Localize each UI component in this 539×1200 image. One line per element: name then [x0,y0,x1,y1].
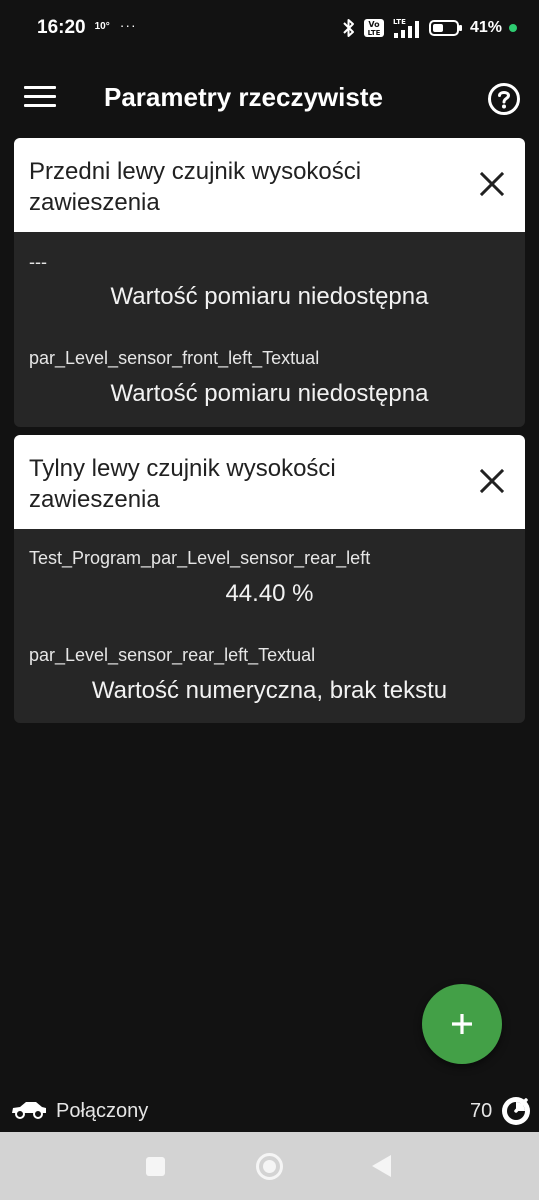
parameter-card-rear-left: Tylny lewy czujnik wysokości zawieszenia… [14,435,525,723]
status-time: 16:20 [37,17,86,38]
battery-percentage: 41% [469,19,502,36]
status-temperature: 10° [94,20,110,32]
card-title: Przedni lewy czujnik wysokości zawieszen… [29,158,362,216]
status-bar: 16:20 10° ··· Vo LTE LTE 41% [0,0,539,56]
param-value: Wartość pomiaru niedostępna [110,283,429,310]
connection-status-label: Połączony [56,1100,149,1122]
battery-icon [428,20,462,36]
close-icon[interactable] [479,171,505,197]
privacy-indicator-dot [509,24,517,32]
svg-text:Vo: Vo [368,20,380,29]
svg-text:LTE: LTE [393,18,406,26]
hamburger-menu-icon[interactable] [24,86,56,110]
back-button[interactable] [372,1155,391,1177]
home-button[interactable] [256,1153,283,1180]
svg-text:LTE: LTE [368,29,381,37]
add-parameter-button[interactable] [422,984,502,1064]
plus-icon [452,1014,472,1034]
connection-status-bar: Połączony 70 [0,1090,539,1132]
help-circle-icon[interactable] [487,82,521,116]
param-value: Wartość numeryczna, brak tekstu [91,677,448,704]
page-title: Parametry rzeczywiste [104,82,383,112]
close-icon[interactable] [479,468,505,494]
system-navigation-bar [0,1132,539,1200]
lte-signal-icon: LTE [393,18,419,38]
param-value: 44.40 % [225,580,314,607]
recent-apps-button[interactable] [146,1157,165,1176]
parameter-card-front-left: Przedni lewy czujnik wysokości zawieszen… [14,138,525,427]
car-icon [12,1102,46,1119]
card-header: Przedni lewy czujnik wysokości zawieszen… [14,138,525,232]
app-bar: Parametry rzeczywiste [0,70,539,128]
volte-icon: Vo LTE [363,19,384,37]
card-header: Tylny lewy czujnik wysokości zawieszenia [14,435,525,529]
counter-value: 70 [470,1100,493,1122]
status-more-dots: ··· [119,17,137,33]
param-name: --- [29,252,47,272]
status-icons: Vo LTE LTE 41% [342,17,517,39]
param-name: par_Level_sensor_front_left_Textual [29,348,320,368]
param-name: Test_Program_par_Level_sensor_rear_left [29,548,371,568]
param-name: par_Level_sensor_rear_left_Textual [29,645,316,665]
gauge-icon [502,1097,530,1125]
param-value: Wartość pomiaru niedostępna [110,380,429,407]
card-title: Tylny lewy czujnik wysokości zawieszenia [29,455,336,513]
bluetooth-icon [343,19,354,37]
